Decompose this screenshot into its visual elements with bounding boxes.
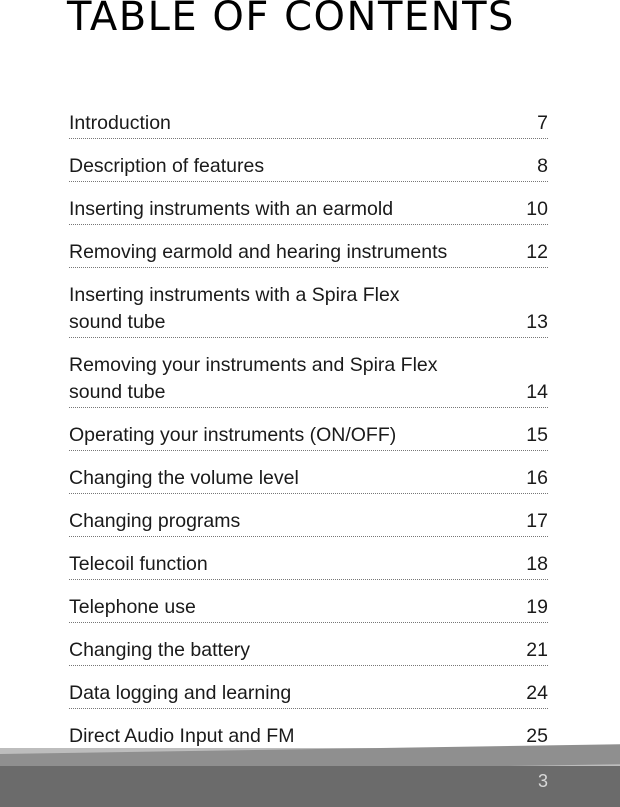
toc-entry-label: Direct Audio Input and FM — [69, 725, 295, 747]
toc-entry[interactable]: Inserting instruments with an earmold 10 — [69, 196, 548, 225]
toc-entry-label: Removing earmold and hearing instruments — [69, 241, 448, 263]
toc-entry[interactable]: Changing programs 17 — [69, 508, 548, 537]
toc-entry-page: 24 — [526, 682, 548, 704]
toc-entry-label: Introduction — [69, 112, 171, 134]
toc-entry[interactable]: Changing the battery 21 — [69, 637, 548, 666]
toc-entry[interactable]: Telecoil function 18 — [69, 551, 548, 580]
toc-entry[interactable]: Description of features 8 — [69, 153, 548, 182]
toc-entry-page: 18 — [526, 553, 548, 575]
toc-entry-label: Changing the volume level — [69, 467, 299, 489]
toc-entry[interactable]: Operating your instruments (ON/OFF) 15 — [69, 422, 548, 451]
toc-list: Introduction 7 Description of features 8 Ins… — [69, 110, 548, 766]
toc-entry-page: 21 — [526, 639, 548, 661]
toc-entry-page: 8 — [537, 155, 548, 177]
toc-entry-label: Telecoil function — [69, 553, 208, 575]
toc-entry-page: 15 — [526, 424, 548, 446]
toc-entry-page: 14 — [526, 381, 548, 403]
toc-entry-label: Operating your instruments (ON/OFF) — [69, 424, 397, 446]
toc-entry-page: 17 — [526, 510, 548, 532]
toc-entry-label: Changing the battery — [69, 639, 251, 661]
toc-entry[interactable]: Inserting instruments with a Spira Flex … — [69, 282, 548, 338]
toc-entry-page: 19 — [526, 596, 548, 618]
toc-entry-label: Description of features — [69, 155, 265, 177]
toc-entry[interactable]: Changing the volume level 16 — [69, 465, 548, 494]
toc-entry-label: Changing programs — [69, 510, 241, 532]
toc-entry-label: Telephone use — [69, 596, 196, 618]
toc-entry[interactable]: Telephone use 19 — [69, 594, 548, 623]
toc-entry-page: 10 — [526, 198, 548, 220]
toc-entry-page: 13 — [526, 311, 548, 333]
toc-entry-label: Data logging and learning — [69, 682, 292, 704]
toc-entry-label: Removing your instruments and Spira Flex… — [69, 354, 438, 403]
toc-entry[interactable]: Removing earmold and hearing instruments… — [69, 239, 548, 268]
toc-entry[interactable]: Removing your instruments and Spira Flex… — [69, 352, 548, 408]
page-number: 3 — [538, 771, 549, 791]
toc-entry-label: Inserting instruments with a Spira Flex … — [69, 284, 400, 333]
toc-entry[interactable]: Data logging and learning 24 — [69, 680, 548, 709]
page-title: TABLE OF CONTENTS — [67, 0, 515, 40]
toc-entry[interactable]: Introduction 7 — [69, 110, 548, 139]
toc-entry-page: 12 — [526, 241, 548, 263]
toc-entry-label: Inserting instruments with an earmold — [69, 198, 394, 220]
toc-entry-page: 7 — [537, 112, 548, 134]
footer-band — [0, 766, 620, 807]
toc-entry-page: 16 — [526, 467, 548, 489]
